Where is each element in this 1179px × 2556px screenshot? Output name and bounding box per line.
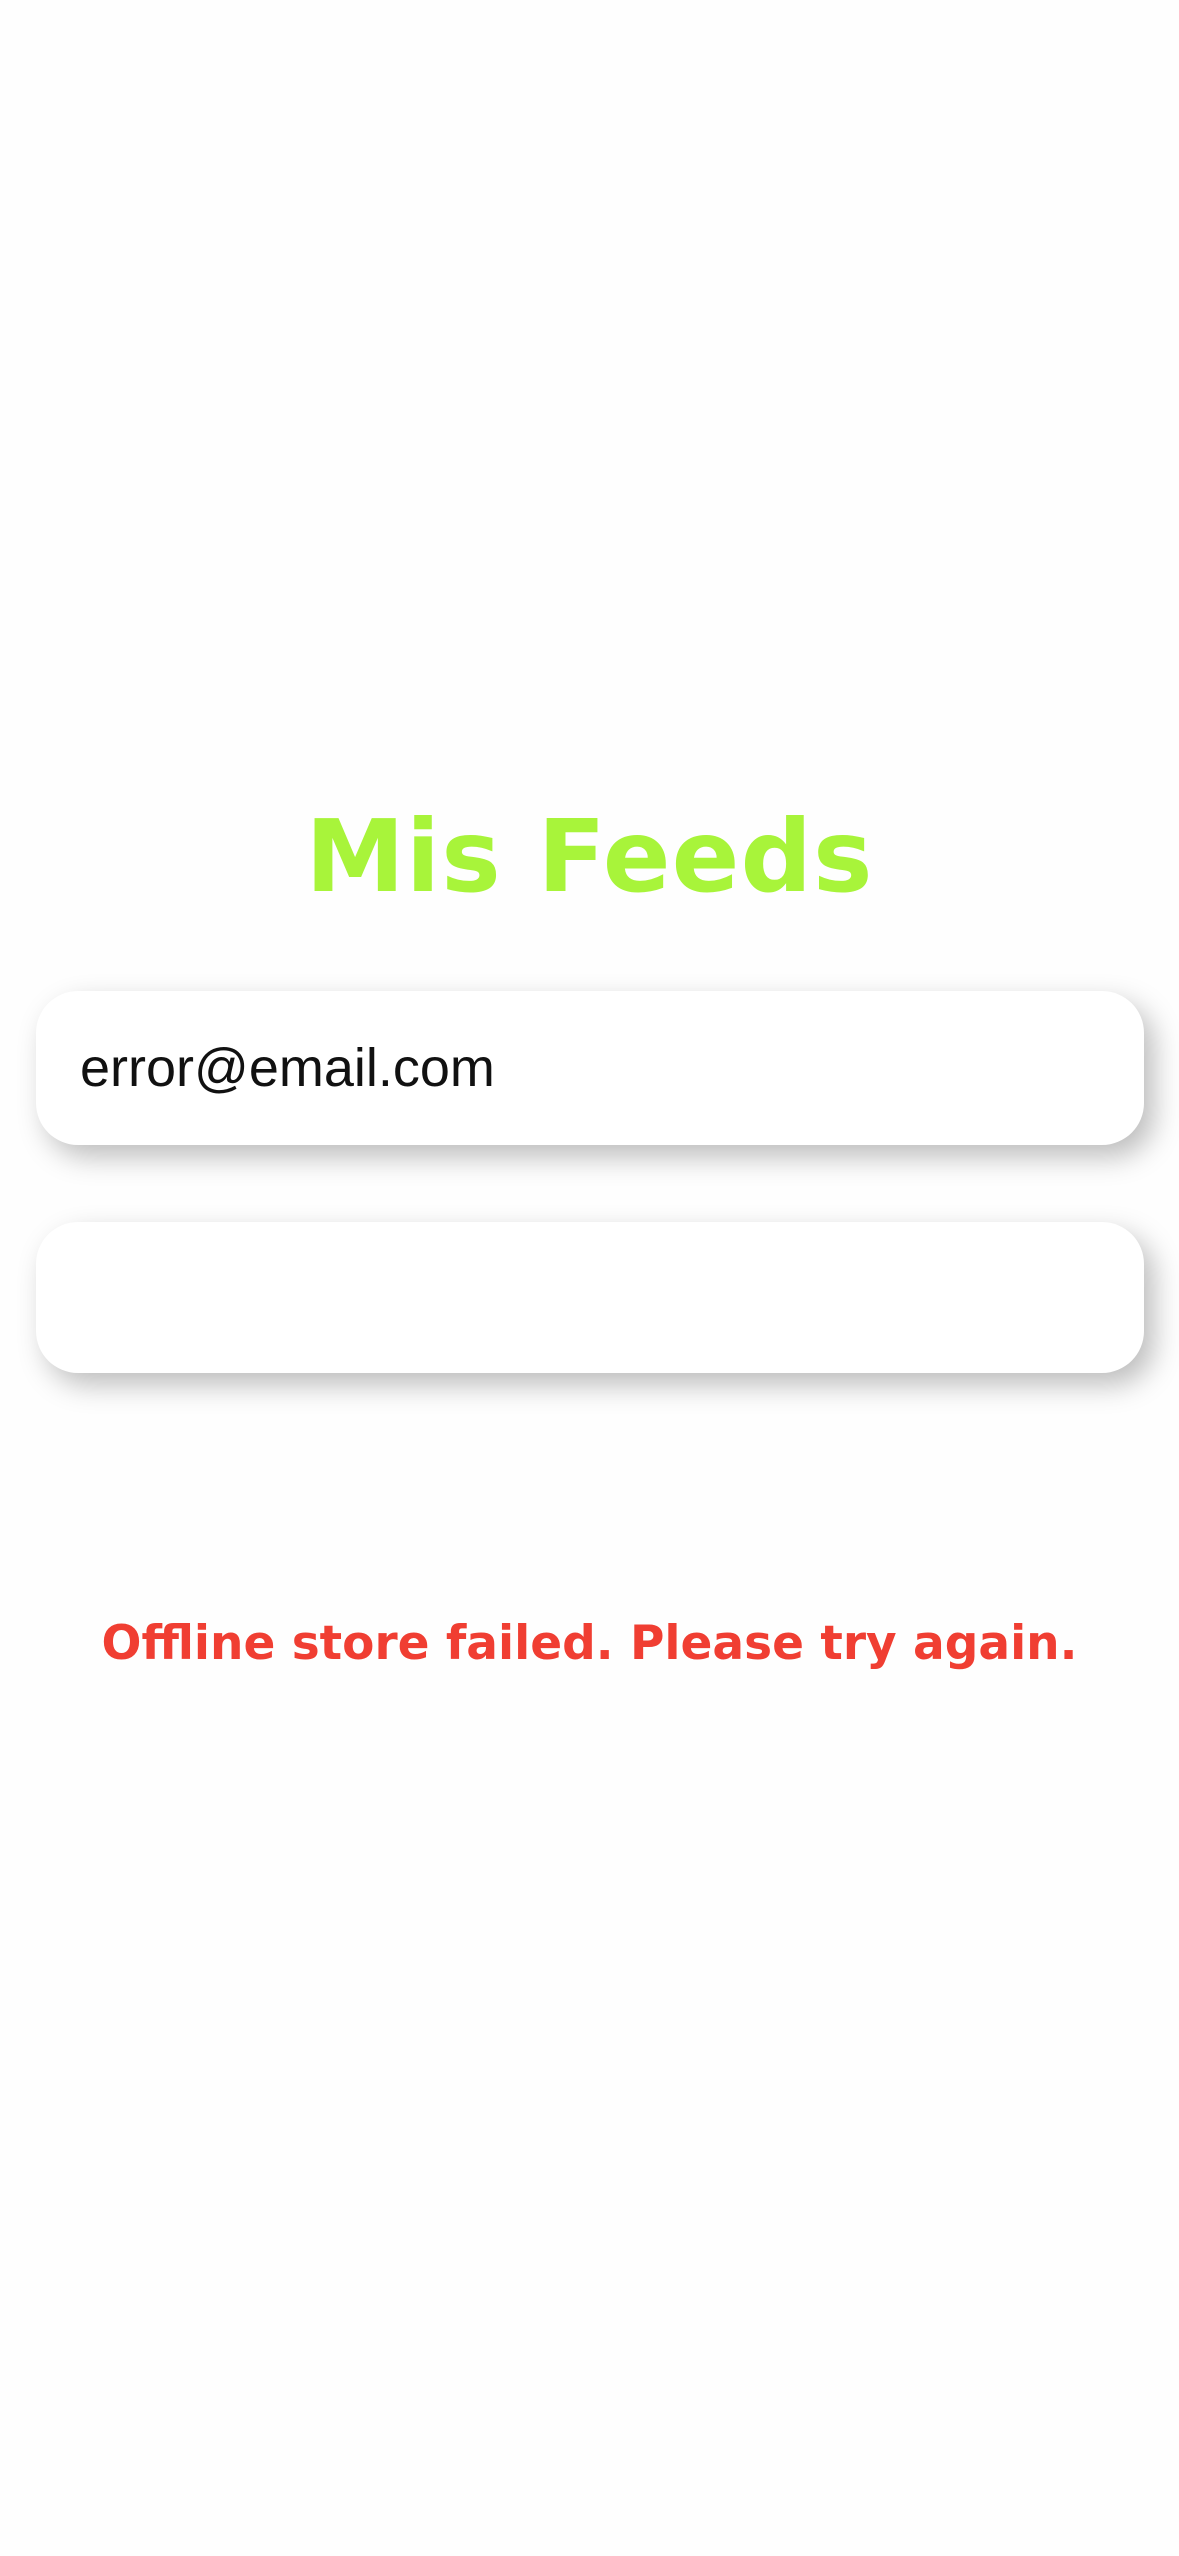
app-title: Mis Feeds xyxy=(305,798,874,915)
email-field[interactable] xyxy=(36,991,1144,1145)
error-message: Offline store failed. Please try again. xyxy=(101,1616,1078,1671)
password-field[interactable] xyxy=(36,1222,1144,1373)
login-screen: Mis Feeds Offline store failed. Please t… xyxy=(0,0,1179,2556)
